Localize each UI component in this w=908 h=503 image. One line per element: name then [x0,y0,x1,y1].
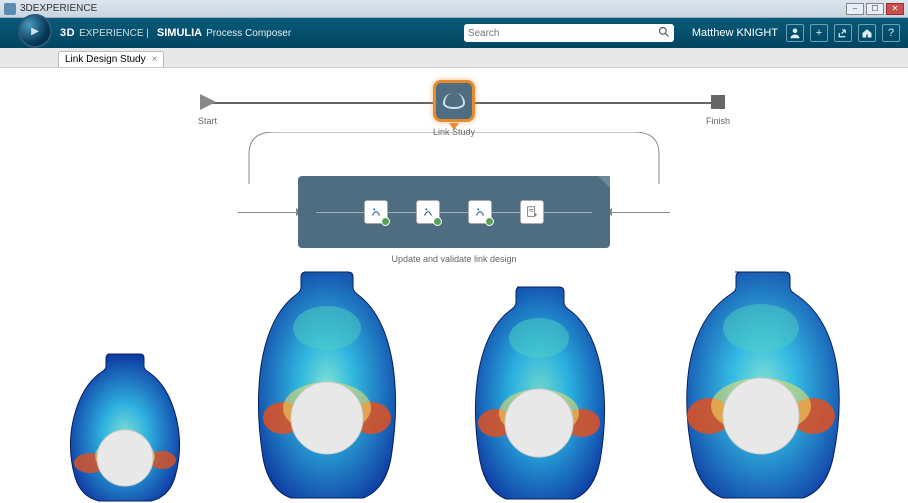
bottle-result-4[interactable] [673,268,848,503]
window-controls: – ☐ ✕ [846,3,904,15]
help-icon[interactable]: ? [882,24,900,42]
bottle-result-2[interactable] [249,268,404,503]
workflow-finish-node[interactable] [708,92,728,112]
workflow-row: Start Link Study Finish [0,92,908,152]
brand-3d: 3D [60,27,75,39]
subprocess-arrow-out-line [610,212,670,213]
subprocess-step-3[interactable] [468,200,492,224]
workflow-center-label: Link Study [433,127,475,137]
brand-process-composer: Process Composer [206,28,291,39]
search-container [464,24,674,42]
bottle-result-3[interactable] [464,283,614,503]
workflow-start-node[interactable] [198,92,218,112]
subprocess-connector-line [316,212,592,213]
step-status-badge-icon [381,217,390,226]
app-window-icon [4,3,16,15]
step-status-badge-icon [433,217,442,226]
simulation-results-row [0,263,908,503]
brand-experience: EXPERIENCE | [79,28,149,39]
home-icon[interactable] [858,24,876,42]
tab-link-design-study[interactable]: Link Design Study × [58,51,164,67]
compass-menu-button[interactable] [18,14,52,48]
workflow-start-label: Start [198,116,217,126]
header-actions: + ? [786,24,900,42]
step-status-badge-icon [485,217,494,226]
search-icon[interactable] [658,26,670,41]
search-input[interactable] [468,28,658,39]
share-icon[interactable] [834,24,852,42]
window-title: 3DEXPERIENCE [20,3,97,14]
window-titlebar: 3DEXPERIENCE – ☐ ✕ [0,0,908,18]
user-name-label: Matthew KNIGHT [692,27,778,39]
subprocess-step-1[interactable] [364,200,388,224]
tab-label: Link Design Study [65,54,146,65]
add-icon[interactable]: + [810,24,828,42]
close-button[interactable]: ✕ [886,3,904,15]
minimize-button[interactable]: – [846,3,864,15]
subprocess-box[interactable] [298,176,610,248]
subprocess-step-2[interactable] [416,200,440,224]
subprocess-arrow-in-line [238,212,298,213]
bottle-result-1[interactable] [60,348,190,503]
workflow-link-study-node[interactable] [433,80,475,122]
brand-simulia: SIMULIA [157,27,202,39]
workflow-finish-label: Finish [706,116,730,126]
app-header: 3DEXPERIENCE | SIMULIA Process Composer … [0,18,908,48]
process-canvas[interactable]: Start Link Study Finish [0,68,908,503]
subprocess-step-4[interactable] [520,200,544,224]
maximize-button[interactable]: ☐ [866,3,884,15]
profile-icon[interactable] [786,24,804,42]
tab-bar: Link Design Study × [0,48,908,68]
brand-label: 3D EXPERIENCE | SIMULIA Process Composer [60,27,291,39]
tab-close-icon[interactable]: × [152,54,158,65]
